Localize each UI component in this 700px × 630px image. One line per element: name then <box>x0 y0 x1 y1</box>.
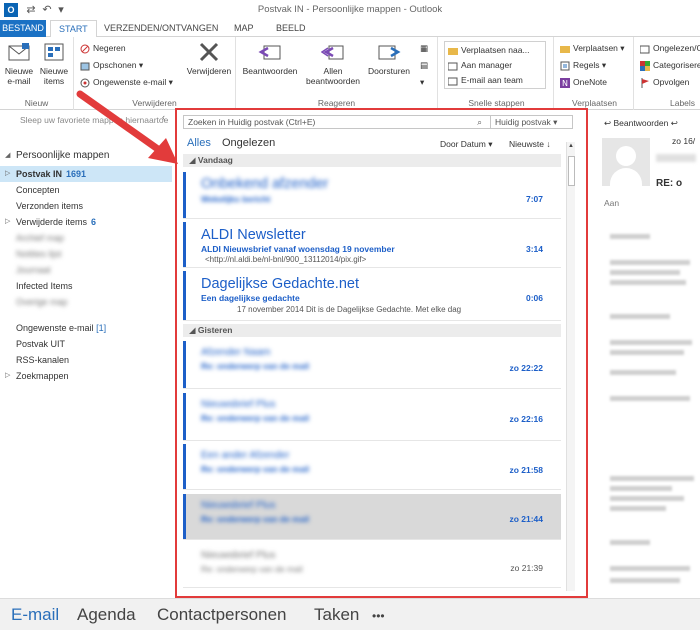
avatar <box>602 138 650 186</box>
tab-view[interactable]: BEELD <box>276 20 306 37</box>
nav-more-icon[interactable]: ••• <box>372 609 385 623</box>
tab-send-receive[interactable]: VERZENDEN/ONTVANGEN <box>104 20 218 37</box>
more-respond-icon[interactable]: ▾ <box>420 76 424 88</box>
group-tags: Ongelezen/Gele... Categoriseren Opvolgen… <box>636 37 700 110</box>
junk-mail-button[interactable]: Ongewenste e-mail ▾ <box>80 76 173 88</box>
move-folder-icon <box>560 44 570 54</box>
tab-folder[interactable]: MAP <box>234 20 254 37</box>
nav-tasks[interactable]: Taken <box>314 605 359 625</box>
expand-icon: ▷ <box>5 372 11 379</box>
bottom-navigation: E-mail Agenda Contactpersonen Taken ••• <box>0 598 700 630</box>
new-email-button[interactable]: Nieuwe e-mail <box>2 41 36 86</box>
quick-step-manager[interactable]: Aan manager <box>447 59 512 71</box>
onenote-icon: N <box>560 77 570 88</box>
quick-steps-gallery: Verplaatsen naa... Aan manager E-mail aa… <box>444 41 546 89</box>
expand-icon: ▷ <box>5 218 11 225</box>
folder-infected[interactable]: Infected Items <box>0 278 172 294</box>
reply-all-icon <box>320 41 346 63</box>
new-email-icon <box>6 41 32 63</box>
folder-junk[interactable]: Ongewenste e-mail [1] <box>0 320 172 336</box>
categorize-button[interactable]: Categoriseren <box>640 59 700 71</box>
nav-contacts[interactable]: Contactpersonen <box>157 605 286 625</box>
forward-button[interactable]: Doorsturen <box>364 41 414 76</box>
window-title: Postvak IN - Persoonlijke mappen - Outlo… <box>257 4 443 15</box>
group-label-quick-steps: Snelle stappen <box>468 98 525 108</box>
group-new: Nieuwe e-mail Nieuwe items Nieuw <box>0 37 74 110</box>
ribbon-tabs: BESTAND START VERZENDEN/ONTVANGEN MAP BE… <box>0 20 700 38</box>
annotation-arrow <box>76 90 178 164</box>
highlight-box <box>175 108 588 598</box>
folder-drafts[interactable]: Concepten <box>0 182 172 198</box>
reading-reply-button[interactable]: ↩ Beantwoorden ↩ <box>604 118 678 129</box>
tab-start[interactable]: START <box>50 20 97 38</box>
im-icon[interactable]: ▤ <box>420 59 428 71</box>
folder-blurred-2[interactable]: Notities lijst <box>0 246 172 262</box>
folder-blurred-3[interactable]: Journaal <box>0 262 172 278</box>
group-respond: Beantwoorden Allen beantwoorden Doorstur… <box>236 37 438 110</box>
new-items-button[interactable]: Nieuwe items <box>36 41 72 86</box>
team-mail-icon <box>447 76 458 86</box>
rules-icon <box>560 61 570 71</box>
reading-subject: RE: o <box>656 178 683 189</box>
group-label-new: Nieuw <box>24 98 49 108</box>
ignore-button[interactable]: Negeren <box>80 42 126 54</box>
reply-all-button[interactable]: Allen beantwoorden <box>302 41 364 86</box>
folder-icon <box>448 46 458 56</box>
folder-outbox[interactable]: Postvak UIT <box>0 336 172 352</box>
group-label-move: Verplaatsen <box>572 98 617 108</box>
reply-icon <box>257 41 283 63</box>
nav-calendar[interactable]: Agenda <box>77 605 136 625</box>
group-label-respond: Reageren <box>317 98 356 108</box>
move-button[interactable]: Verplaatsen ▾ <box>560 42 625 54</box>
rules-button[interactable]: Regels ▾ <box>560 59 606 71</box>
followup-button[interactable]: Opvolgen <box>640 76 689 88</box>
unread-read-button[interactable]: Ongelezen/Gele... <box>639 42 700 54</box>
folder-search[interactable]: ▷ Zoekmappen <box>0 368 172 384</box>
junk-icon <box>80 78 90 88</box>
reply-button[interactable]: Beantwoorden <box>238 41 302 76</box>
folder-rss[interactable]: RSS-kanalen <box>0 352 172 368</box>
category-icon <box>640 60 650 71</box>
group-move: Verplaatsen ▾ Regels ▾ N OneNote Verplaat… <box>556 37 634 110</box>
expanded-icon: ◢ <box>5 152 11 159</box>
reading-date: zo 16/ <box>672 136 696 146</box>
title-bar: O ⇄ ↶ ▾ Postvak IN - Persoonlijke mappen… <box>0 0 700 20</box>
delete-button[interactable]: Verwijderen <box>184 41 234 76</box>
envelope-icon <box>639 44 650 54</box>
onenote-button[interactable]: N OneNote <box>560 76 607 88</box>
folder-blurred-4[interactable]: Overige map <box>0 294 172 310</box>
quick-step-team[interactable]: E-mail aan team <box>447 74 523 86</box>
new-items-icon <box>41 41 67 63</box>
ignore-icon <box>80 44 90 54</box>
reply-small-icon: ↩ <box>604 118 612 128</box>
meeting-icon[interactable]: ▦ <box>420 42 428 54</box>
folder-sent[interactable]: Verzonden items <box>0 198 172 214</box>
tab-file[interactable]: BESTAND <box>0 20 46 37</box>
expand-icon: ▷ <box>5 170 11 177</box>
forward-icon <box>376 41 402 63</box>
folder-deleted[interactable]: ▷ Verwijderde items 6 <box>0 214 172 230</box>
svg-text:N: N <box>562 79 568 88</box>
reading-to-label: Aan <box>604 198 620 208</box>
reply-all-small-icon[interactable]: ↩ <box>671 118 678 128</box>
nav-mail[interactable]: E-mail <box>11 605 59 625</box>
forward-mail-icon <box>447 61 458 71</box>
cleanup-icon <box>80 61 90 71</box>
reading-pane: ↩ Beantwoorden ↩ zo 16/ RE: o Aan <box>596 110 700 592</box>
reading-sender-blurred <box>656 154 696 162</box>
cleanup-button[interactable]: Opschonen ▾ <box>80 59 143 71</box>
quick-step-move[interactable]: Verplaatsen naa... <box>448 44 530 56</box>
group-label-tags: Labels <box>670 98 696 108</box>
delete-x-icon <box>196 41 222 63</box>
folder-blurred-1[interactable]: Archief map <box>0 230 172 246</box>
flag-icon <box>640 77 650 88</box>
group-quick-steps: Verplaatsen naa... Aan manager E-mail aa… <box>440 37 554 110</box>
